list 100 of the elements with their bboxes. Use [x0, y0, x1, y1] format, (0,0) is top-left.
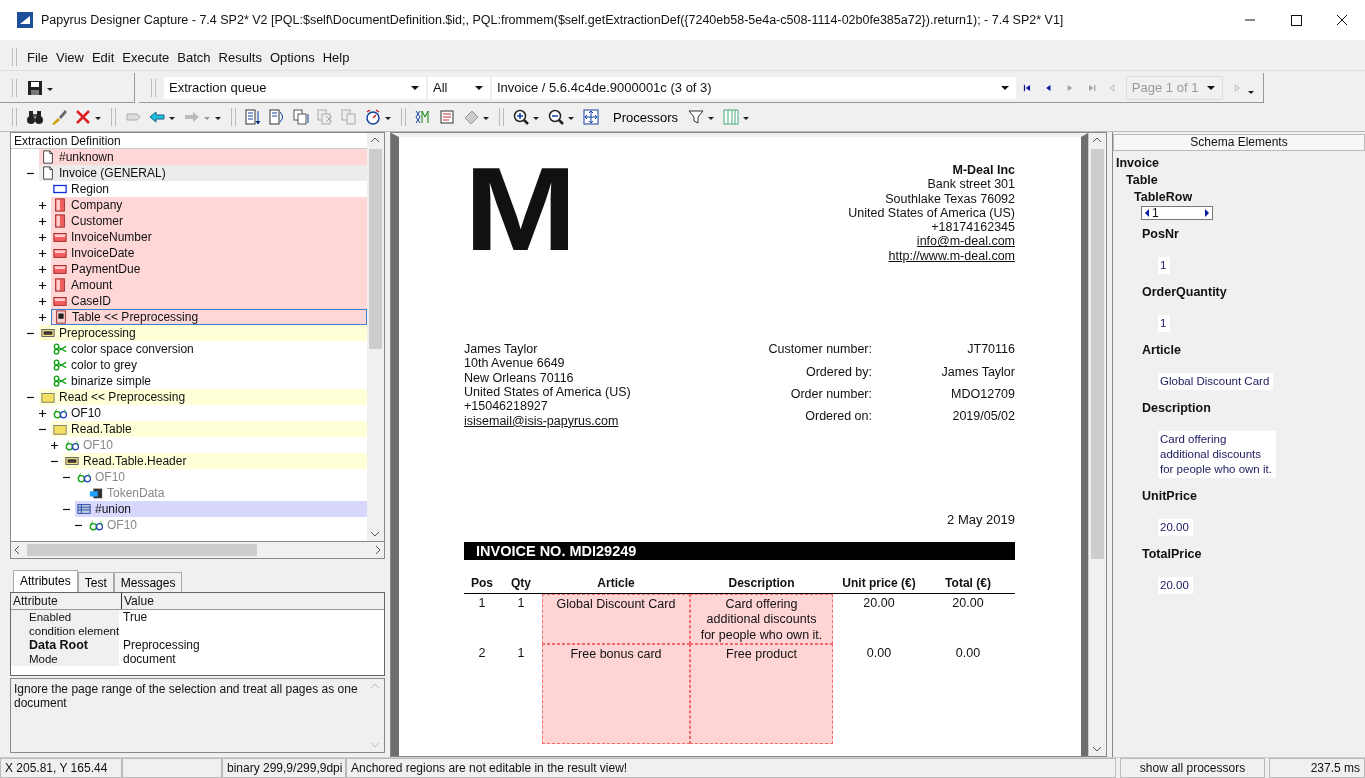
expand-icon[interactable] [39, 265, 46, 273]
status-text: 237.5 ms [1269, 758, 1365, 778]
filter-icon[interactable] [687, 108, 706, 126]
company-link[interactable]: info@m-deal.com [916, 234, 1015, 249]
tree-item[interactable]: Customer [51, 213, 367, 229]
menu-item[interactable]: Help [318, 49, 354, 65]
tree-item[interactable]: Table << Preprocessing [51, 309, 367, 325]
tab[interactable]: Messages [113, 572, 183, 592]
menu-item[interactable]: Edit [87, 49, 119, 65]
queue-dropdown[interactable]: Extraction queue [164, 76, 426, 99]
order-label: Ordered on: [804, 409, 872, 426]
company-link[interactable]: http://www.m-deal.com [888, 248, 1015, 264]
tree-item[interactable]: Read.Table [51, 421, 367, 437]
tree-item[interactable]: InvoiceNumber [51, 229, 367, 245]
expand-icon[interactable] [39, 217, 46, 225]
order-value: MDO12709 [950, 386, 1015, 403]
table-cell: Free product [690, 644, 833, 745]
tree-item[interactable]: OF10 [51, 405, 367, 421]
save-icon[interactable] [26, 78, 44, 97]
tree-item[interactable]: Read << Preprocessing [39, 389, 367, 405]
company-address-line: Bank street 301 [927, 177, 1015, 192]
brush-icon[interactable] [50, 108, 68, 126]
field-icon [53, 278, 67, 292]
company-address-line: Southlake Texas 76092 [885, 191, 1015, 206]
attribute-name: Enabled [11, 610, 119, 624]
app-icon [17, 12, 33, 28]
column-header[interactable]: Value [122, 593, 156, 609]
tree-item[interactable]: Region [51, 181, 367, 197]
order-value: JT70116 [966, 342, 1015, 359]
status-text: X 205.81, Y 165.44 [0, 758, 122, 778]
processors-button[interactable]: Processors [603, 109, 681, 125]
filter-dropdown[interactable]: All [428, 76, 490, 99]
table-cell-text: 1 [516, 645, 526, 663]
menu-item[interactable]: Options [265, 49, 319, 65]
tree-item[interactable]: PaymentDue [51, 261, 367, 277]
menu-item[interactable]: Results [214, 49, 266, 65]
menu-item[interactable]: Execute [118, 49, 174, 65]
column-header: Qty [510, 575, 532, 590]
schema-field-value: 20.00 [1158, 577, 1193, 594]
tree-item[interactable]: binarize simple [51, 373, 367, 389]
expand-icon[interactable] [39, 313, 46, 321]
expand-icon[interactable] [39, 233, 46, 241]
list-refresh-icon[interactable] [268, 108, 286, 126]
vertical-scrollbar[interactable] [367, 133, 384, 541]
tree-item[interactable]: Preprocessing [39, 325, 367, 341]
field-icon [53, 214, 67, 228]
zoom-in-icon[interactable] [512, 108, 530, 126]
glasses-icon [53, 406, 67, 420]
status-text: binary 299,9/299,9dpi [222, 758, 346, 778]
tab[interactable]: Attributes [13, 570, 78, 592]
right-arrow-icon[interactable] [1202, 207, 1212, 219]
customer-email-link[interactable]: isisemail@isis-papyrus.com [464, 413, 631, 428]
expand-icon[interactable] [39, 201, 46, 209]
document-dropdown[interactable]: Invoice / 5.6.4c4de.9000001c (3 of 3) [492, 76, 1016, 99]
vertical-scrollbar[interactable] [1088, 133, 1106, 756]
expand-icon[interactable] [39, 249, 46, 257]
schema-header: Schema Elements [1113, 134, 1365, 151]
horizontal-scrollbar[interactable] [10, 542, 385, 559]
field-icon [53, 246, 67, 260]
status-text: Anchored regions are not editable in the result view! [346, 758, 1116, 778]
list-down-icon[interactable] [244, 108, 262, 126]
tree-item[interactable]: CaseID [51, 293, 367, 309]
order-label: Ordered by: [805, 364, 872, 381]
column-header[interactable]: Attribute [11, 593, 122, 609]
stopwatch-icon[interactable] [364, 108, 382, 126]
schema-field-label: OrderQuantity [1142, 284, 1227, 301]
company-address-line: M-Deal Inc [952, 163, 1015, 178]
binoculars-icon[interactable] [26, 108, 44, 126]
field-icon [53, 262, 67, 276]
xml-icon[interactable] [414, 108, 432, 126]
tree-item[interactable]: Amount [51, 277, 367, 293]
tree-item[interactable]: #unknown [39, 149, 367, 165]
customer-address-line: New Orleans 70116 [464, 370, 575, 385]
tree-item[interactable]: InvoiceDate [51, 245, 367, 261]
tree-item[interactable]: #union [75, 501, 367, 517]
row-spinner[interactable]: 1 [1141, 206, 1213, 220]
column-header: Total (€) [944, 575, 992, 590]
expand-icon[interactable] [39, 409, 46, 417]
company-address-line: +18174162345 [931, 220, 1015, 235]
tree-item[interactable]: color to grey [51, 357, 367, 373]
table-icon [54, 310, 68, 324]
copy-down-icon[interactable] [292, 108, 310, 126]
fit-page-icon[interactable] [582, 108, 600, 126]
zoom-out-icon[interactable] [547, 108, 565, 126]
scroll-icon[interactable] [438, 108, 456, 126]
glasses-icon [89, 518, 103, 532]
delete-icon[interactable] [74, 108, 92, 126]
table-cell: Free bonus card [542, 644, 690, 745]
tree-item[interactable]: color space conversion [51, 341, 367, 357]
tree-item[interactable]: Read.Table.Header [63, 453, 367, 469]
expand-icon[interactable] [39, 297, 46, 305]
menu-item[interactable]: File [23, 49, 52, 65]
expand-icon[interactable] [39, 281, 46, 289]
schema-field-value: Card offering additional discounts for people who own it. [1158, 431, 1276, 478]
tree-item[interactable]: Company [51, 197, 367, 213]
tab[interactable]: Test [77, 572, 114, 592]
table-cell-text: 20.00 [862, 594, 896, 612]
tree-item[interactable]: Invoice (GENERAL) [39, 165, 367, 181]
menu-item[interactable]: Batch [173, 49, 215, 65]
menu-item[interactable]: View [51, 49, 88, 65]
